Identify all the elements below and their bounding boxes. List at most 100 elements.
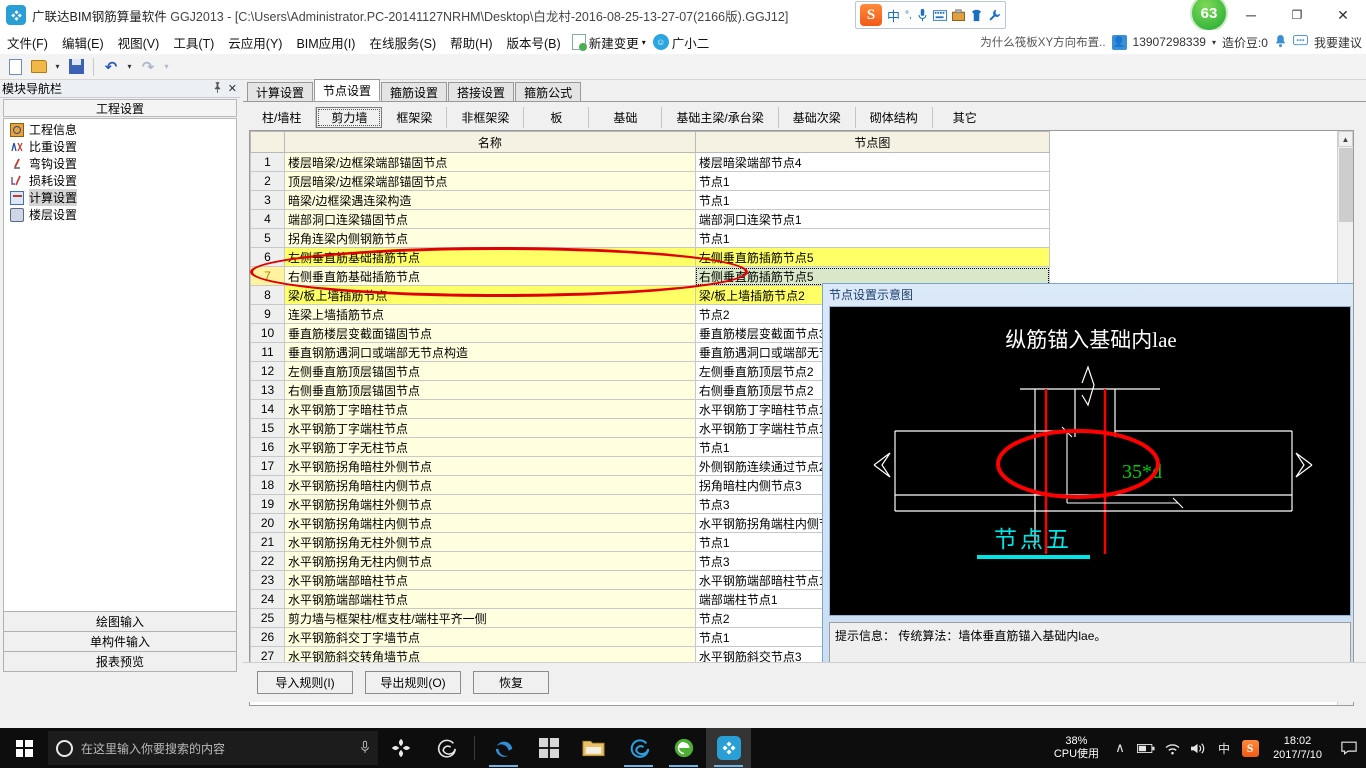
menu-view[interactable]: 视图(V) [111, 31, 167, 54]
row-name-cell[interactable]: 梁/板上墙插筋节点 [284, 285, 696, 305]
pin-icon[interactable] [213, 81, 222, 96]
row-index-cell[interactable]: 20 [250, 513, 285, 533]
drawing-input-button[interactable]: 绘图输入 [3, 611, 237, 632]
open-file-button[interactable] [28, 56, 50, 77]
row-name-cell[interactable]: 左侧垂直筋基础插筋节点 [284, 247, 696, 267]
tab-other[interactable]: 其它 [933, 107, 997, 128]
tray-expand-chevron-icon[interactable]: ∧ [1107, 728, 1133, 768]
tab-non-frame-beam[interactable]: 非框架梁 [447, 106, 525, 128]
sidebar-item-floor-settings[interactable]: 楼层设置 [4, 206, 236, 223]
menu-edit[interactable]: 编辑(E) [55, 31, 111, 54]
row-index-cell[interactable]: 16 [250, 437, 285, 457]
row-index-cell[interactable]: 26 [250, 627, 285, 647]
tab-calculation-settings[interactable]: 计算设置 [247, 82, 314, 101]
row-name-cell[interactable]: 水平钢筋丁字暗柱节点 [284, 399, 696, 419]
start-button[interactable] [0, 728, 48, 768]
open-dropdown-arrow-icon[interactable]: ▾ [52, 62, 63, 71]
sidebar-item-loss-settings[interactable]: 损耗设置 [4, 172, 236, 189]
row-index-cell[interactable]: 15 [250, 418, 285, 438]
row-name-cell[interactable]: 左侧垂直筋顶层锚固节点 [284, 361, 696, 381]
row-index-cell[interactable]: 25 [250, 608, 285, 628]
taskbar-edge-browser[interactable] [481, 728, 526, 768]
single-component-input-button[interactable]: 单构件输入 [3, 631, 237, 652]
taskbar-store[interactable] [526, 728, 571, 768]
row-index-cell[interactable]: 1 [250, 152, 285, 172]
suggest-label[interactable]: 我要建议 [1314, 34, 1362, 51]
row-name-cell[interactable]: 水平钢筋拐角端柱内侧节点 [284, 513, 696, 533]
row-name-cell[interactable]: 水平钢筋丁字端柱节点 [284, 418, 696, 438]
row-name-cell[interactable]: 水平钢筋端部端柱节点 [284, 589, 696, 609]
close-button[interactable]: ✕ [1320, 0, 1366, 30]
table-row[interactable]: 5 拐角连梁内侧钢筋节点 节点1 [250, 228, 1051, 248]
row-index-cell[interactable]: 5 [250, 228, 285, 248]
table-row[interactable]: 1 楼层暗梁/边框梁端部锚固节点 楼层暗梁端部节点4 [250, 152, 1051, 172]
row-name-cell[interactable]: 水平钢筋斜交丁字墙节点 [284, 627, 696, 647]
row-index-cell[interactable]: 14 [250, 399, 285, 419]
table-row[interactable]: 2 顶层暗梁/边框梁端部锚固节点 节点1 [250, 171, 1051, 191]
sidebar-item-hook-settings[interactable]: 弯钩设置 [4, 155, 236, 172]
microphone-icon[interactable] [360, 740, 370, 757]
row-index-cell[interactable]: 21 [250, 532, 285, 552]
row-index-cell[interactable]: 17 [250, 456, 285, 476]
row-index-cell[interactable]: 12 [250, 361, 285, 381]
panel-close-icon[interactable]: ✕ [228, 82, 237, 96]
menu-bim[interactable]: BIM应用(I) [289, 31, 362, 54]
account-phone[interactable]: 13907298339 [1133, 35, 1206, 49]
row-node-diagram-cell[interactable]: 节点1 [694, 190, 1051, 210]
menu-version[interactable]: 版本号(B) [500, 31, 568, 54]
row-name-cell[interactable]: 端部洞口连梁锚固节点 [284, 209, 696, 229]
settings-wrench-icon[interactable] [988, 9, 1001, 22]
row-name-cell[interactable]: 右侧垂直筋顶层锚固节点 [284, 380, 696, 400]
new-document-button[interactable] [4, 56, 26, 77]
undo-dropdown-arrow-icon[interactable]: ▾ [124, 62, 135, 71]
tab-node-settings[interactable]: 节点设置 [314, 79, 381, 101]
tab-stirrup-settings[interactable]: 箍筋设置 [381, 82, 448, 101]
redo-button[interactable]: ↷ [137, 56, 159, 77]
sidebar-item-calculation-settings[interactable]: 计算设置 [4, 189, 236, 206]
scroll-thumb[interactable] [1339, 148, 1353, 222]
battery-icon[interactable] [1133, 728, 1159, 768]
row-node-diagram-cell[interactable]: 左侧垂直筋插筋节点5 [694, 247, 1051, 267]
ime-floating-bar[interactable]: S 中 °, [855, 1, 1006, 29]
row-name-cell[interactable]: 垂直钢筋遇洞口或端部无节点构造 [284, 342, 696, 362]
row-name-cell[interactable]: 水平钢筋拐角暗柱内侧节点 [284, 475, 696, 495]
taskbar-file-explorer[interactable] [571, 728, 616, 768]
bell-icon[interactable] [1274, 34, 1287, 51]
row-index-cell[interactable]: 18 [250, 475, 285, 495]
row-node-diagram-cell[interactable]: 节点1 [694, 228, 1051, 248]
taskbar-360-secure-browser[interactable] [616, 728, 661, 768]
row-name-cell[interactable]: 水平钢筋拐角端柱外侧节点 [284, 494, 696, 514]
menu-file[interactable]: 文件(F) [0, 31, 55, 54]
row-name-cell[interactable]: 拐角连梁内侧钢筋节点 [284, 228, 696, 248]
redo-dropdown-arrow-icon[interactable]: ▾ [161, 62, 172, 71]
row-index-cell[interactable]: 19 [250, 494, 285, 514]
menu-tools[interactable]: 工具(T) [166, 31, 221, 54]
beans-label[interactable]: 造价豆:0 [1222, 34, 1268, 51]
menu-online[interactable]: 在线服务(S) [362, 31, 443, 54]
minimize-button[interactable]: ─ [1228, 0, 1274, 30]
tab-slab[interactable]: 板 [524, 106, 590, 128]
sogou-logo-icon[interactable]: S [860, 4, 882, 26]
action-center-button[interactable] [1332, 728, 1366, 768]
sidebar-item-ratio-settings[interactable]: 比重设置 [4, 138, 236, 155]
ime-mode-icon[interactable]: 中 [887, 6, 900, 25]
row-name-cell[interactable]: 连梁上墙插筋节点 [284, 304, 696, 324]
ime-indicator[interactable]: 中 [1211, 728, 1237, 768]
row-name-cell[interactable]: 暗梁/边框梁遇连梁构造 [284, 190, 696, 210]
row-name-cell[interactable]: 水平钢筋拐角无柱外侧节点 [284, 532, 696, 552]
new-change-button[interactable]: 新建变更 ▾ [568, 33, 646, 52]
tab-shear-wall[interactable]: 剪力墙 [316, 106, 383, 128]
taskbar-green-browser[interactable] [661, 728, 706, 768]
sidebar-item-project-info[interactable]: 工程信息 [4, 121, 236, 138]
tab-stirrup-formula[interactable]: 箍筋公式 [515, 82, 582, 101]
row-node-diagram-cell[interactable]: 节点1 [694, 171, 1051, 191]
sogou-tray-icon[interactable]: S [1237, 728, 1263, 768]
row-node-diagram-cell[interactable]: 楼层暗梁端部节点4 [694, 152, 1051, 172]
account-chevron-down-icon[interactable]: ▾ [1212, 38, 1216, 47]
ime-punctuation-icon[interactable]: °, [905, 10, 912, 21]
volume-icon[interactable] [1185, 728, 1211, 768]
row-name-cell[interactable]: 水平钢筋拐角无柱内侧节点 [284, 551, 696, 571]
row-index-cell[interactable]: 23 [250, 570, 285, 590]
row-index-cell[interactable]: 2 [250, 171, 285, 191]
wifi-icon[interactable] [1159, 728, 1185, 768]
